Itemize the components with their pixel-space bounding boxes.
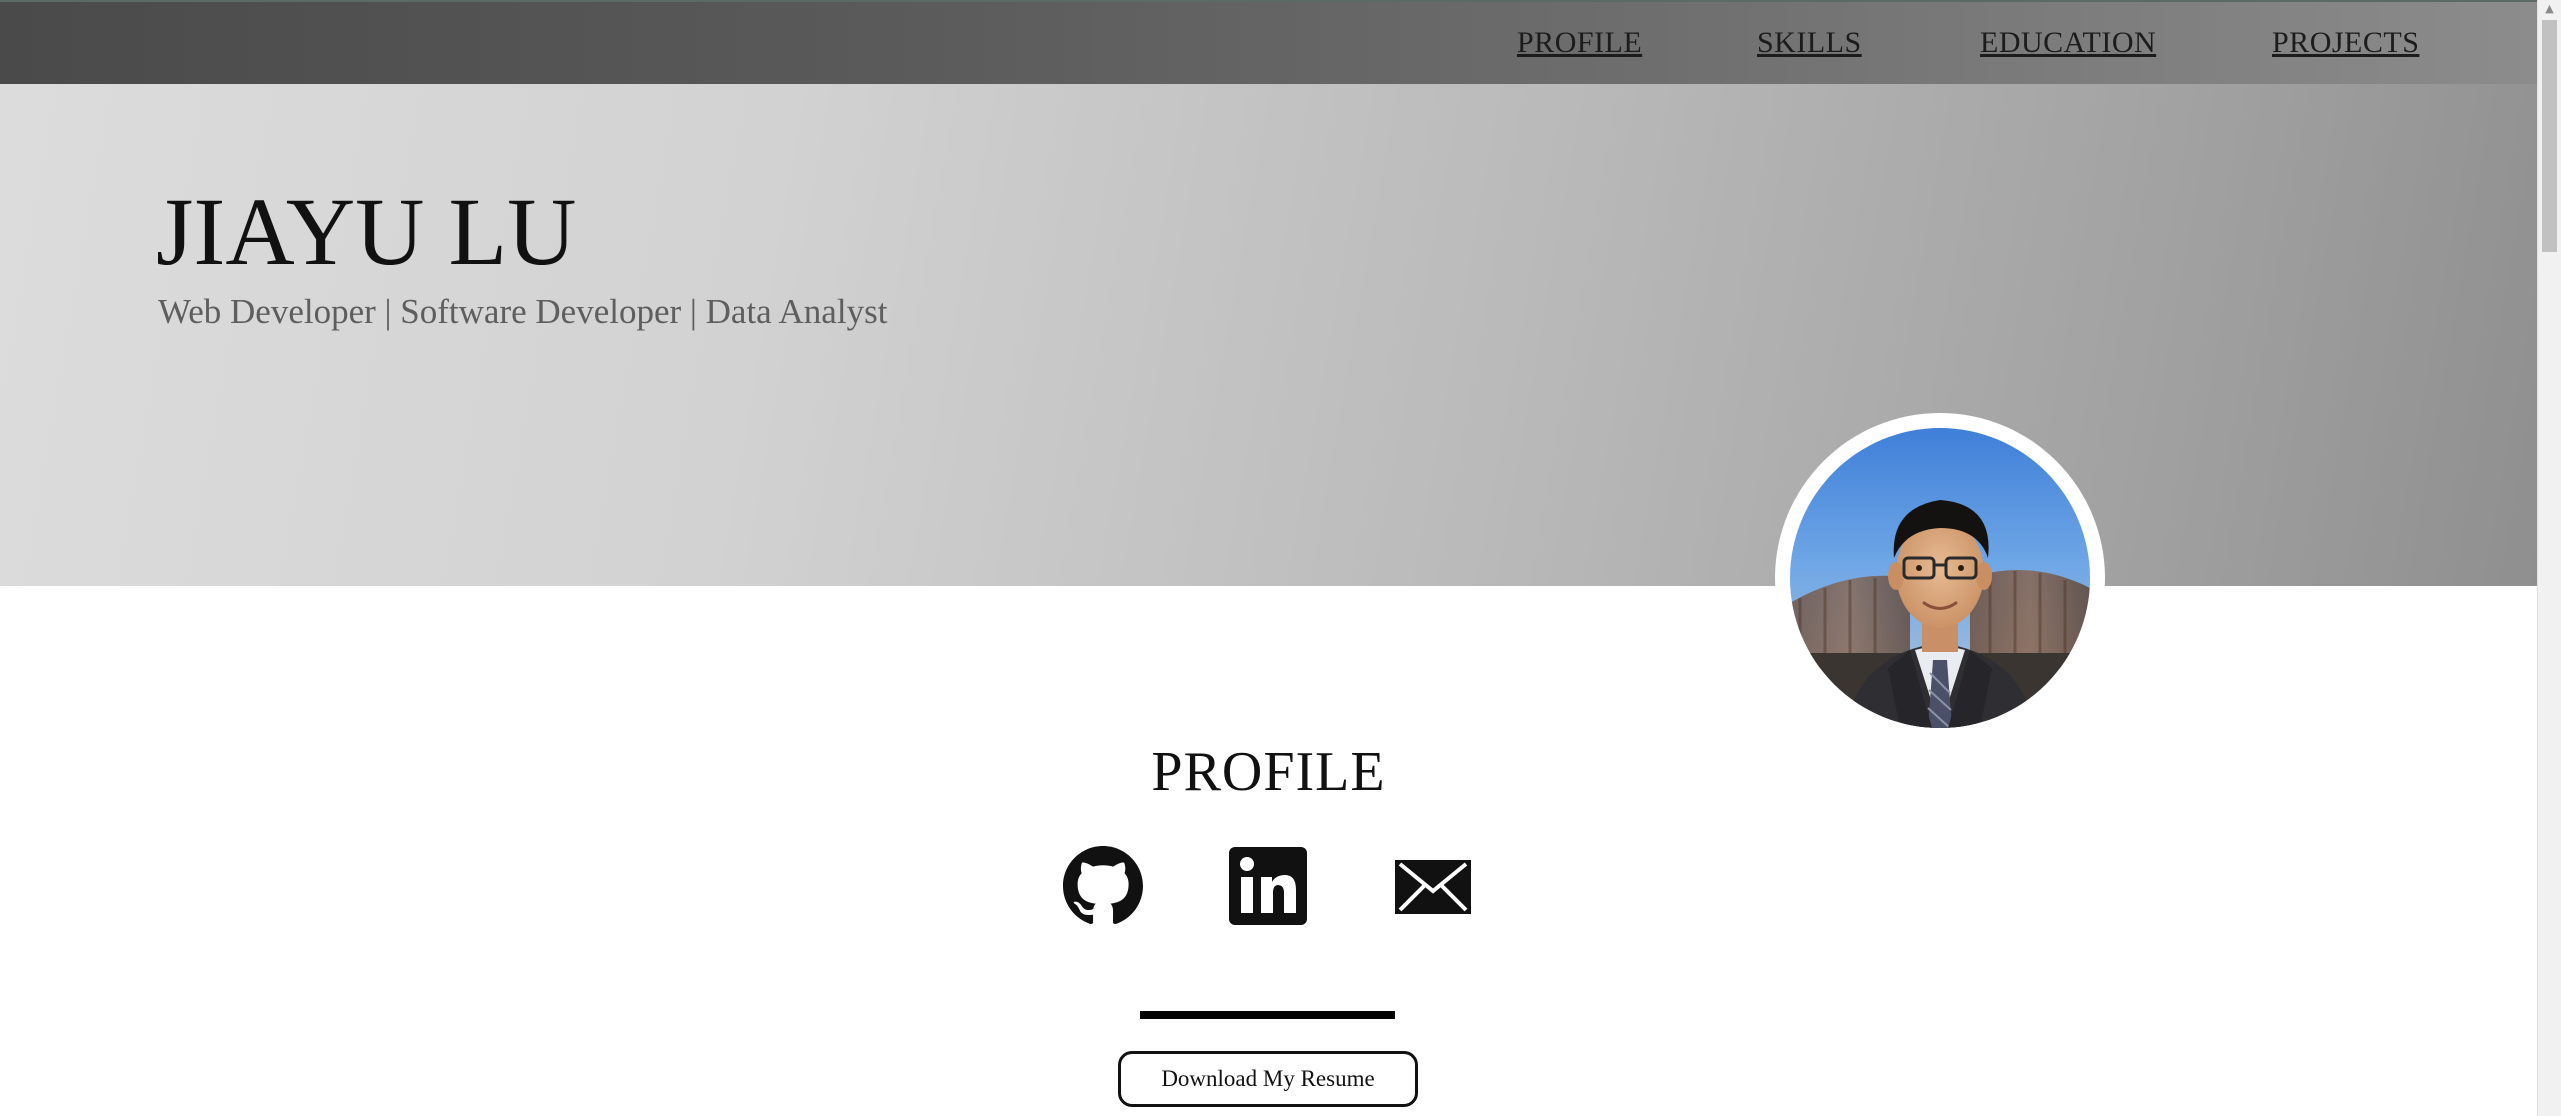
section-divider [1140, 1011, 1395, 1019]
download-resume-button[interactable]: Download My Resume [1118, 1051, 1418, 1107]
scrollbar-thumb[interactable] [2542, 20, 2557, 252]
nav-link-education[interactable]: EDUCATION [1980, 26, 2156, 60]
nav-link-profile[interactable]: PROFILE [1517, 26, 1642, 60]
hero-subtitle: Web Developer | Software Developer | Dat… [158, 292, 888, 331]
vertical-scrollbar[interactable]: ▲ [2537, 0, 2561, 1116]
github-icon[interactable] [1063, 846, 1143, 926]
portfolio-page: PROFILE SKILLS EDUCATION PROJECTS JIAYU … [0, 0, 2561, 1116]
top-nav: PROFILE SKILLS EDUCATION PROJECTS [0, 0, 2537, 84]
profile-photo [1790, 428, 2090, 728]
hero-banner: JIAYU LU Web Developer | Software Develo… [0, 84, 2537, 586]
nav-link-projects[interactable]: PROJECTS [2272, 26, 2419, 60]
avatar [1775, 413, 2105, 743]
linkedin-icon[interactable] [1228, 846, 1308, 926]
nav-link-skills[interactable]: SKILLS [1757, 26, 1862, 60]
profile-section-title: PROFILE [1151, 741, 1386, 803]
mail-icon[interactable] [1393, 846, 1473, 926]
scroll-up-arrow-icon[interactable]: ▲ [2538, 0, 2561, 18]
hero-name: JIAYU LU [156, 178, 577, 285]
